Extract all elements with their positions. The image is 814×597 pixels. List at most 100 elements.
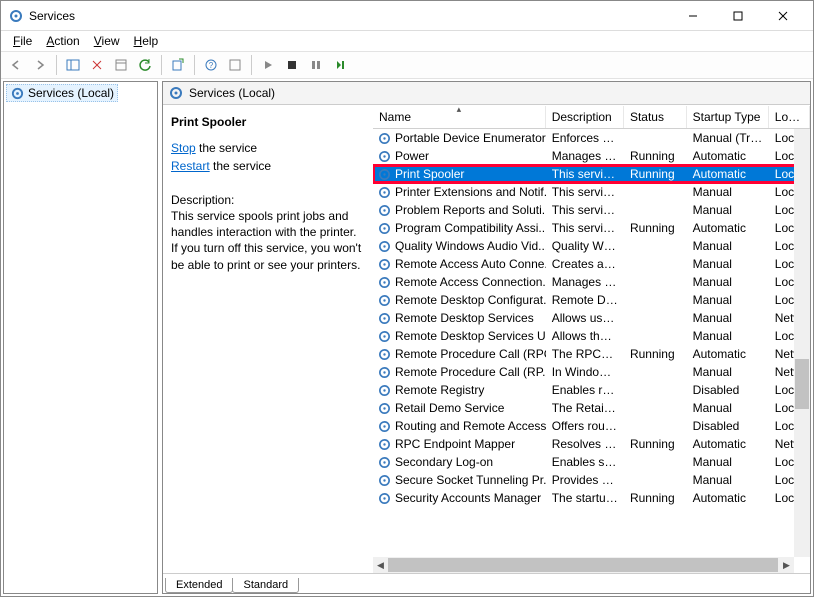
table-row[interactable]: Remote Desktop ServicesAllows user...Man… xyxy=(373,309,810,327)
table-row[interactable]: Remote Access Auto Conne...Creates a co.… xyxy=(373,255,810,273)
toolbar-separator xyxy=(194,55,195,75)
table-row[interactable]: Problem Reports and Soluti...This servic… xyxy=(373,201,810,219)
menu-action[interactable]: Action xyxy=(40,33,85,49)
service-name: Print Spooler xyxy=(395,167,464,181)
forward-button[interactable] xyxy=(29,54,51,76)
table-row[interactable]: Remote Procedure Call (RP...In Windows..… xyxy=(373,363,810,381)
table-row[interactable]: Remote Procedure Call (RPC)The RPCSS ...… xyxy=(373,345,810,363)
service-name: Remote Registry xyxy=(395,383,484,397)
service-name: Security Accounts Manager xyxy=(395,491,541,505)
table-row[interactable]: PowerManages p...RunningAutomaticLocal xyxy=(373,147,810,165)
service-startup: Manual (Trig... xyxy=(687,131,769,145)
column-logon[interactable]: Log O xyxy=(769,106,810,128)
service-description: Quality Win... xyxy=(546,239,624,253)
table-row[interactable]: Print SpoolerThis service ...RunningAuto… xyxy=(373,165,810,183)
menu-help[interactable]: Help xyxy=(128,33,165,49)
restart-link[interactable]: Restart xyxy=(171,159,210,173)
scroll-left-icon[interactable]: ◀ xyxy=(373,560,388,571)
service-startup: Automatic xyxy=(687,491,769,505)
content-header: Services (Local) xyxy=(163,82,810,105)
delete-button[interactable] xyxy=(86,54,108,76)
back-button[interactable] xyxy=(5,54,27,76)
service-icon xyxy=(377,383,391,397)
start-service-button[interactable] xyxy=(257,54,279,76)
tab-extended[interactable]: Extended xyxy=(165,578,233,593)
service-startup: Automatic xyxy=(687,167,769,181)
service-status: Running xyxy=(624,149,687,163)
tab-standard[interactable]: Standard xyxy=(232,578,299,593)
export-button[interactable] xyxy=(167,54,189,76)
scrollbar-thumb[interactable] xyxy=(795,359,809,409)
service-startup: Disabled xyxy=(687,383,769,397)
service-description: In Windows... xyxy=(546,365,624,379)
table-row[interactable]: Portable Device Enumerator...Enforces gr… xyxy=(373,129,810,147)
table-row[interactable]: Security Accounts ManagerThe startup ...… xyxy=(373,489,810,507)
maximize-button[interactable] xyxy=(715,2,760,30)
menu-file[interactable]: File xyxy=(7,33,38,49)
service-icon xyxy=(377,167,391,181)
detail-title: Print Spooler xyxy=(171,115,363,129)
service-description: Creates a co... xyxy=(546,257,624,271)
service-startup: Manual xyxy=(687,275,769,289)
service-icon xyxy=(377,365,391,379)
table-row[interactable]: Quality Windows Audio Vid...Quality Win.… xyxy=(373,237,810,255)
column-status[interactable]: Status xyxy=(624,106,687,128)
service-startup: Automatic xyxy=(687,149,769,163)
restart-service-button[interactable] xyxy=(329,54,351,76)
service-description: Allows the r... xyxy=(546,329,624,343)
service-name: Quality Windows Audio Vid... xyxy=(395,239,546,253)
vertical-scrollbar[interactable] xyxy=(794,129,810,557)
service-description: This service ... xyxy=(546,221,624,235)
stop-link[interactable]: Stop xyxy=(171,141,196,155)
table-row[interactable]: Remote Access Connection...Manages di...… xyxy=(373,273,810,291)
close-button[interactable] xyxy=(760,2,805,30)
menu-view[interactable]: View xyxy=(88,33,126,49)
column-description[interactable]: Description xyxy=(546,106,624,128)
table-row[interactable]: Program Compatibility Assi...This servic… xyxy=(373,219,810,237)
help-button[interactable]: ? xyxy=(200,54,222,76)
service-name: Remote Procedure Call (RP... xyxy=(395,365,546,379)
service-status: Running xyxy=(624,347,687,361)
table-row[interactable]: RPC Endpoint MapperResolves RP...Running… xyxy=(373,435,810,453)
table-row[interactable]: Secondary Log-onEnables star...ManualLoc… xyxy=(373,453,810,471)
pause-service-button[interactable] xyxy=(305,54,327,76)
stop-service-button[interactable] xyxy=(281,54,303,76)
service-icon xyxy=(377,437,391,451)
column-name[interactable]: ▴Name xyxy=(373,106,546,128)
service-startup: Manual xyxy=(687,203,769,217)
sort-asc-icon: ▴ xyxy=(457,106,462,115)
service-description: Enables rem... xyxy=(546,383,624,397)
service-startup: Automatic xyxy=(687,221,769,235)
table-row[interactable]: Retail Demo ServiceThe Retail D...Manual… xyxy=(373,399,810,417)
menu-bar: File Action View Help xyxy=(1,31,813,51)
table-row[interactable]: Routing and Remote AccessOffers routi...… xyxy=(373,417,810,435)
tree-item-services-local[interactable]: Services (Local) xyxy=(6,84,118,102)
service-icon xyxy=(377,419,391,433)
stop-suffix: the service xyxy=(196,141,257,155)
services-icon xyxy=(10,86,24,100)
body: Services (Local) Services (Local) Print … xyxy=(1,79,813,596)
service-description: The RPCSS ... xyxy=(546,347,624,361)
table-row[interactable]: Remote Desktop Configurat...Remote Des..… xyxy=(373,291,810,309)
table-row[interactable]: Remote RegistryEnables rem...DisabledLoc… xyxy=(373,381,810,399)
refresh-button[interactable] xyxy=(134,54,156,76)
minimize-button[interactable] xyxy=(670,2,715,30)
show-hide-tree-button[interactable] xyxy=(62,54,84,76)
scroll-right-icon[interactable]: ▶ xyxy=(779,560,794,571)
content-header-label: Services (Local) xyxy=(189,86,275,100)
service-name: Remote Desktop Services U... xyxy=(395,329,546,343)
service-icon xyxy=(377,131,391,145)
table-row[interactable]: Remote Desktop Services U...Allows the r… xyxy=(373,327,810,345)
service-icon xyxy=(377,257,391,271)
view-tabs: Extended Standard xyxy=(163,573,810,593)
action-button[interactable] xyxy=(224,54,246,76)
service-description: Manages p... xyxy=(546,149,624,163)
service-description: The Retail D... xyxy=(546,401,624,415)
table-row[interactable]: Printer Extensions and Notif...This serv… xyxy=(373,183,810,201)
horizontal-scrollbar[interactable]: ◀ ▶ xyxy=(373,557,794,573)
column-startup-type[interactable]: Startup Type xyxy=(687,106,769,128)
table-row[interactable]: Secure Socket Tunneling Pr...Provides su… xyxy=(373,471,810,489)
service-startup: Manual xyxy=(687,455,769,469)
scrollbar-thumb[interactable] xyxy=(388,558,778,572)
properties-button[interactable] xyxy=(110,54,132,76)
